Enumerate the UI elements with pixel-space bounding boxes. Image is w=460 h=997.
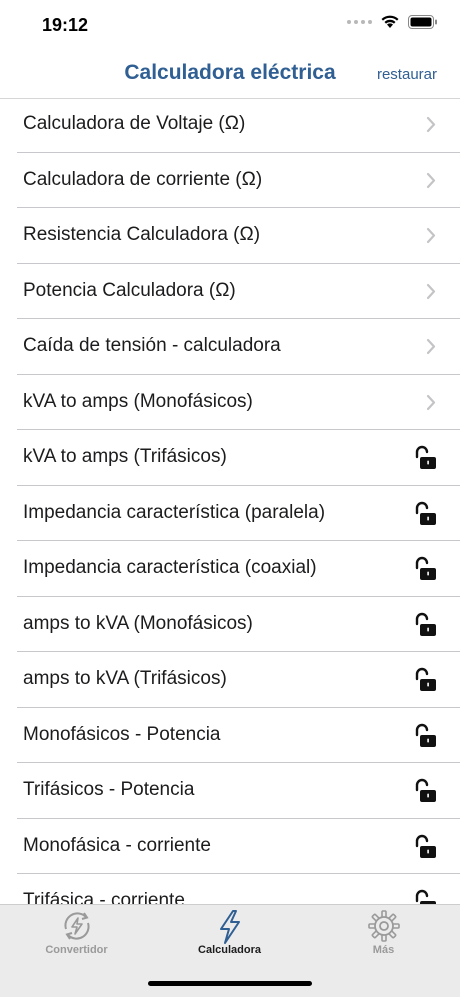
list-item-label: Impedancia característica (paralela) [23, 501, 326, 523]
list-item[interactable]: kVA to amps (Trifásicos) [17, 430, 460, 486]
list-item-label: kVA to amps (Monofásicos) [23, 390, 253, 412]
battery-icon [408, 14, 437, 29]
list-item[interactable]: Monofásicos - Potencia [17, 708, 460, 763]
chevron-right-icon [426, 394, 436, 416]
gear-icon [367, 909, 401, 948]
list-item[interactable]: Impedancia característica (paralela) [17, 486, 460, 541]
unlocked-padlock-icon [412, 889, 438, 904]
list-item[interactable]: Calculadora de Voltaje (Ω) [17, 97, 460, 153]
list-item[interactable]: amps to kVA (Monofásicos) [17, 597, 460, 652]
chevron-right-icon [426, 227, 436, 249]
unlocked-padlock-icon [412, 723, 438, 754]
list-item[interactable]: Potencia Calculadora (Ω) [17, 264, 460, 319]
tab-label: Calculadora [198, 944, 261, 956]
list-item-label: Potencia Calculadora (Ω) [23, 279, 236, 301]
list-item[interactable]: Monofásica - corriente [17, 819, 460, 874]
list-item-label: amps to kVA (Trifásicos) [23, 668, 227, 690]
list-item-label: Impedancia característica (coaxial) [23, 557, 317, 579]
navigation-bar: Calculadora eléctrica restaurar [0, 52, 460, 99]
chevron-right-icon [426, 338, 436, 360]
list-item[interactable]: Trifásicos - Potencia [17, 763, 460, 819]
list-item-label: Monofásicos - Potencia [23, 723, 221, 745]
unlocked-padlock-icon [412, 612, 438, 643]
unlocked-padlock-icon [412, 501, 438, 532]
tab-convertidor[interactable]: Convertidor [0, 905, 153, 975]
tab-mas[interactable]: Más [307, 905, 460, 975]
list-item-label: Monofásica - corriente [23, 834, 211, 856]
status-bar: 19:12 [0, 0, 460, 52]
chevron-right-icon [426, 172, 436, 194]
list-item[interactable]: amps to kVA (Trifásicos) [17, 652, 460, 708]
status-time: 19:12 [42, 15, 89, 35]
unlocked-padlock-icon [412, 556, 438, 587]
tab-label: Convertidor [45, 944, 108, 956]
list-item-label: Calculadora de corriente (Ω) [23, 168, 263, 190]
home-indicator [148, 981, 312, 986]
cellular-signal-icon [347, 19, 372, 24]
list-item[interactable]: Trifásica - corriente [17, 874, 460, 904]
list-item-label: Trifásica - corriente [23, 890, 185, 904]
calculator-list: Calculadora de Voltaje (Ω) Calculadora de… [0, 97, 460, 904]
unlocked-padlock-icon [412, 834, 438, 865]
list-item-label: Caída de tensión - calculadora [23, 335, 281, 357]
list-item[interactable]: Calculadora de corriente (Ω) [17, 153, 460, 208]
chevron-right-icon [426, 283, 436, 305]
restore-button[interactable]: restaurar [377, 66, 437, 83]
list-item[interactable]: Impedancia característica (coaxial) [17, 541, 460, 597]
list-item-label: Resistencia Calculadora (Ω) [23, 224, 261, 246]
status-indicators [347, 14, 438, 29]
converter-icon [60, 909, 94, 948]
list-item-label: Calculadora de Voltaje (Ω) [23, 113, 246, 135]
list-item[interactable]: Caída de tensión - calculadora [17, 319, 460, 375]
list-item-label: kVA to amps (Trifásicos) [23, 446, 227, 468]
chevron-right-icon [426, 116, 436, 138]
wifi-icon [381, 15, 399, 28]
unlocked-padlock-icon [412, 445, 438, 476]
list-item[interactable]: kVA to amps (Monofásicos) [17, 375, 460, 430]
list-item[interactable]: Resistencia Calculadora (Ω) [17, 208, 460, 264]
unlocked-padlock-icon [412, 667, 438, 698]
unlocked-padlock-icon [412, 778, 438, 809]
list-item-label: amps to kVA (Monofásicos) [23, 612, 253, 634]
list-item-label: Trifásicos - Potencia [23, 779, 195, 801]
tab-calculadora[interactable]: Calculadora [153, 905, 306, 975]
tab-label: Más [372, 944, 395, 956]
